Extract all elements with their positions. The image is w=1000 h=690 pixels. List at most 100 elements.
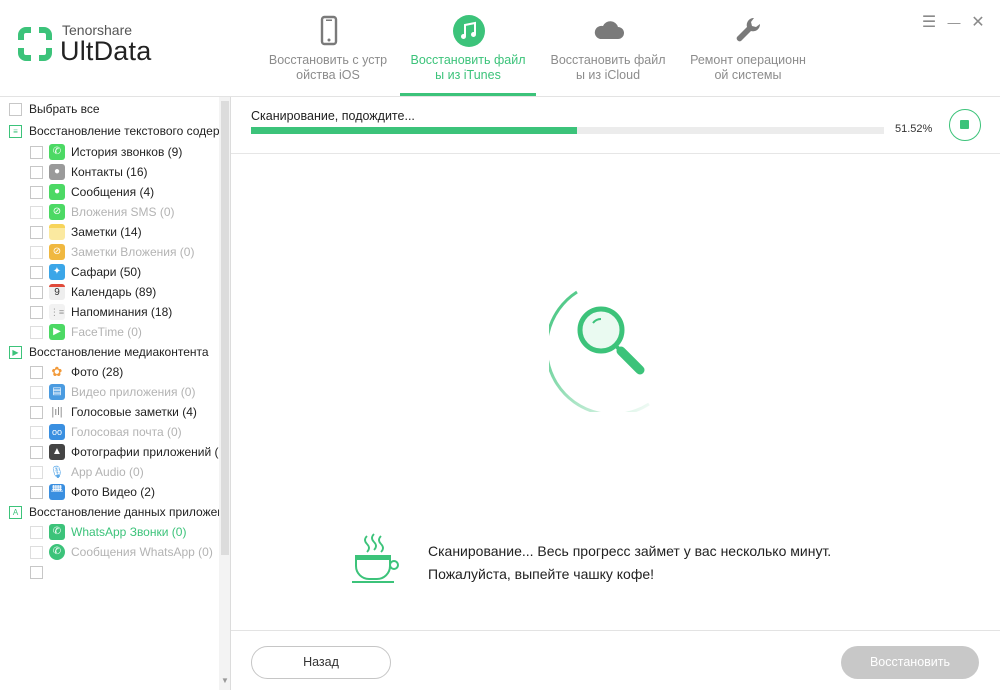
sidebar-scrollbar[interactable]: ▼ xyxy=(219,97,230,690)
item-checkbox[interactable] xyxy=(30,146,43,159)
contacts-icon: ● xyxy=(49,164,65,180)
calendar-icon: 9 xyxy=(49,284,65,300)
scanning-magnifier-icon xyxy=(549,290,650,412)
photo-video-icon: ᚙ xyxy=(49,484,65,500)
sidebar-item-empty[interactable] xyxy=(0,562,219,582)
safari-icon: ✦ xyxy=(49,264,65,280)
file-type-sidebar: Выбрать все ≡ Восстановление текстового … xyxy=(0,97,231,690)
select-all-label: Выбрать все xyxy=(29,102,100,116)
ultdata-logo-icon xyxy=(18,27,52,61)
app-audio-icon: 🎙 xyxy=(49,464,65,480)
recover-button[interactable]: Восстановить xyxy=(841,646,979,679)
item-label: Фото Видео (2) xyxy=(71,485,155,499)
cloud-icon xyxy=(594,21,624,39)
item-label: Фотографии приложений (5) xyxy=(71,445,219,459)
item-label: Контакты (16) xyxy=(71,165,148,179)
category-text-content[interactable]: ≡ Восстановление текстового содержи xyxy=(0,121,219,141)
item-checkbox[interactable] xyxy=(30,386,43,399)
item-label: App Audio (0) xyxy=(71,465,144,479)
close-icon[interactable]: ✕ xyxy=(969,14,987,32)
item-label: Календарь (89) xyxy=(71,285,157,299)
item-checkbox[interactable] xyxy=(30,226,43,239)
category-media-content[interactable]: ▶ Восстановление медиаконтента xyxy=(0,342,219,362)
item-checkbox[interactable] xyxy=(30,206,43,219)
item-label: Голосовые заметки (4) xyxy=(71,405,197,419)
minimize-icon[interactable]: — xyxy=(945,14,963,32)
tab-recover-itunes[interactable]: Восстановить файл ы из iTunes xyxy=(400,0,536,97)
sidebar-item-photos[interactable]: ✿ Фото (28) xyxy=(0,362,219,382)
category-label: Восстановление текстового содержи xyxy=(29,124,219,138)
sidebar-item-sms-attachments[interactable]: ⊘ Вложения SMS (0) xyxy=(0,202,219,222)
wrench-icon xyxy=(736,17,761,42)
progress-bar xyxy=(251,127,884,134)
sidebar-item-app-videos[interactable]: ▤ Видео приложения (0) xyxy=(0,382,219,402)
sidebar-item-photo-video[interactable]: ᚙ Фото Видео (2) xyxy=(0,482,219,502)
sidebar-item-voice-memos[interactable]: |ıl| Голосовые заметки (4) xyxy=(0,402,219,422)
sidebar-item-app-audio[interactable]: 🎙 App Audio (0) xyxy=(0,462,219,482)
footer-bar: Назад Восстановить xyxy=(231,630,1000,690)
select-all-row[interactable]: Выбрать все xyxy=(0,99,219,119)
app-icon[interactable]: A xyxy=(9,506,22,519)
back-button[interactable]: Назад xyxy=(251,646,391,679)
app-video-icon: ▤ xyxy=(49,384,65,400)
photos-icon: ✿ xyxy=(49,364,65,380)
sidebar-item-calendar[interactable]: 9 Календарь (89) xyxy=(0,282,219,302)
item-label: Заметки Вложения (0) xyxy=(71,245,195,259)
item-checkbox[interactable] xyxy=(30,566,43,579)
item-label: Голосовая почта (0) xyxy=(71,425,182,439)
item-checkbox[interactable] xyxy=(30,186,43,199)
tab-recover-icloud[interactable]: Восстановить файл ы из iCloud xyxy=(544,0,672,97)
item-checkbox[interactable] xyxy=(30,446,43,459)
tab-recover-ios[interactable]: Восстановить с устр ойства iOS xyxy=(264,0,392,97)
select-all-checkbox[interactable] xyxy=(9,103,22,116)
sidebar-item-contacts[interactable]: ● Контакты (16) xyxy=(0,162,219,182)
whatsapp-icon: ✆ xyxy=(49,544,65,560)
note-attachment-icon: ⊘ xyxy=(49,244,65,260)
sidebar-item-facetime[interactable]: ▶ FaceTime (0) xyxy=(0,322,219,342)
tab-label: Восстановить файл ы из iCloud xyxy=(550,53,666,82)
sidebar-item-app-photos[interactable]: ▲ Фотографии приложений (5) xyxy=(0,442,219,462)
list-icon[interactable]: ≡ xyxy=(9,125,22,138)
play-icon[interactable]: ▶ xyxy=(9,346,22,359)
item-label: Видео приложения (0) xyxy=(71,385,196,399)
scroll-down-icon[interactable]: ▼ xyxy=(219,675,230,687)
item-checkbox[interactable] xyxy=(30,466,43,479)
message-icon: ● xyxy=(49,184,65,200)
item-checkbox[interactable] xyxy=(30,406,43,419)
item-label: Сафари (50) xyxy=(71,265,142,279)
sidebar-item-call-history[interactable]: ✆ История звонков (9) xyxy=(0,142,219,162)
category-label: Восстановление данных приложений xyxy=(29,505,219,519)
sidebar-item-reminders[interactable]: ⋮≡ Напоминания (18) xyxy=(0,302,219,322)
stop-icon xyxy=(960,120,969,129)
item-checkbox[interactable] xyxy=(30,526,43,539)
item-checkbox[interactable] xyxy=(30,246,43,259)
item-checkbox[interactable] xyxy=(30,166,43,179)
menu-icon[interactable]: ☰ xyxy=(920,14,938,32)
sidebar-item-safari[interactable]: ✦ Сафари (50) xyxy=(0,262,219,282)
music-note-icon xyxy=(453,15,485,47)
item-checkbox[interactable] xyxy=(30,426,43,439)
item-checkbox[interactable] xyxy=(30,306,43,319)
sidebar-item-messages[interactable]: ● Сообщения (4) xyxy=(0,182,219,202)
item-checkbox[interactable] xyxy=(30,546,43,559)
scan-status-label: Сканирование, подождите... xyxy=(251,109,415,123)
item-checkbox[interactable] xyxy=(30,266,43,279)
stop-scan-button[interactable] xyxy=(949,109,981,141)
category-app-data[interactable]: A Восстановление данных приложений xyxy=(0,502,219,522)
item-checkbox[interactable] xyxy=(30,286,43,299)
progress-bar-fill xyxy=(251,127,578,134)
item-checkbox[interactable] xyxy=(30,486,43,499)
sidebar-item-notes[interactable]: Заметки (14) xyxy=(0,222,219,242)
voice-memo-icon: |ıl| xyxy=(49,404,65,420)
phone-call-icon: ✆ xyxy=(49,144,65,160)
sidebar-item-whatsapp-messages[interactable]: ✆ Сообщения WhatsApp (0) xyxy=(0,542,219,562)
item-checkbox[interactable] xyxy=(30,366,43,379)
item-checkbox[interactable] xyxy=(30,326,43,339)
sidebar-item-whatsapp-calls[interactable]: ✆ WhatsApp Звонки (0) xyxy=(0,522,219,542)
sidebar-item-voicemail[interactable]: oo Голосовая почта (0) xyxy=(0,422,219,442)
scrollbar-thumb[interactable] xyxy=(221,101,229,555)
tab-repair-os[interactable]: Ремонт операционн ой системы xyxy=(684,0,812,97)
scan-message-line2: Пожалуйста, выпейте чашку кофе! xyxy=(428,566,655,582)
sidebar-item-note-attachments[interactable]: ⊘ Заметки Вложения (0) xyxy=(0,242,219,262)
voicemail-icon: oo xyxy=(49,424,65,440)
